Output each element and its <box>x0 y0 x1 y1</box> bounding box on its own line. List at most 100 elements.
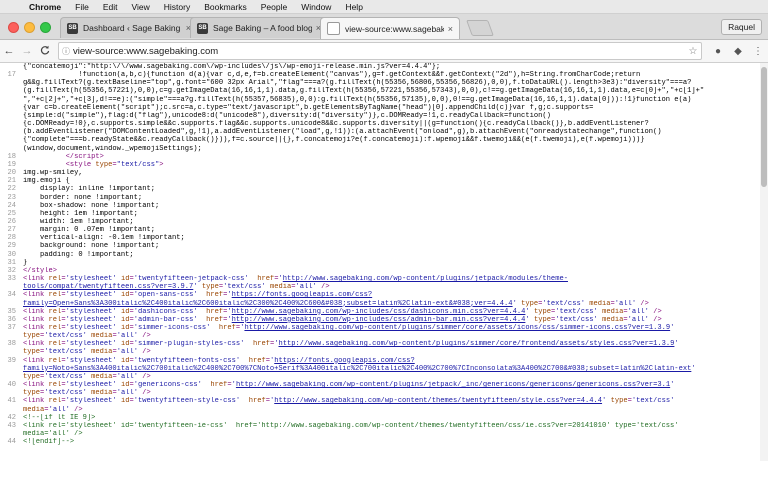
url-text[interactable]: view-source:www.sagebaking.com <box>73 46 685 57</box>
source-code: margin: 0 .07em !important; <box>23 226 155 235</box>
source-link[interactable]: http://www.sagebaking.com/wp-includes/cs… <box>232 308 526 316</box>
line-number: 21 <box>7 177 16 186</box>
line-number: 40 <box>7 381 16 390</box>
menu-edit[interactable]: Edit <box>96 2 125 12</box>
source-link[interactable]: http://www.sagebaking.com/wp-content/the… <box>274 397 602 405</box>
source-line: 34 <link rel='stylesheet' id='open-sans-c… <box>0 291 768 299</box>
line-number: 32 <box>7 266 16 275</box>
profile-button[interactable]: Raquel <box>721 19 762 35</box>
zoom-window-button[interactable] <box>40 22 51 33</box>
source-code: ","+c[2]+","+c[3],d!==e):("simple"===a?g… <box>23 95 692 104</box>
tab-sage-baking[interactable]: SB Sage Baking – A food blog with × <box>190 17 328 38</box>
menu-view[interactable]: View <box>124 2 156 12</box>
page-favicon-icon <box>327 22 340 35</box>
source-line: {c.DOMReady=!0},c.supports.simple&&c.sup… <box>0 120 768 128</box>
line-number <box>0 87 23 95</box>
source-line: media='all' /> <box>0 406 768 414</box>
tab-dashboard[interactable]: SB Dashboard ‹ Sage Baking — W × <box>60 17 198 38</box>
menu-people[interactable]: People <box>254 2 294 12</box>
line-number: 35 <box>7 307 16 316</box>
line-number: 22 <box>7 185 16 194</box>
source-link[interactable]: http://www.sagebaking.com/wp-content/plu… <box>279 340 675 348</box>
close-tab-icon[interactable]: × <box>448 24 453 34</box>
source-line: 36 <link rel='stylesheet' id='admin-bar-c… <box>0 316 768 324</box>
source-code: <!--[if lt IE 9]> <box>23 413 96 422</box>
forward-arrow-icon[interactable]: → <box>18 45 36 57</box>
chrome-menu-icon[interactable]: ⋮ <box>748 46 768 57</box>
line-number <box>0 332 23 340</box>
menu-file[interactable]: File <box>68 2 96 12</box>
source-code: width: 1em !important; <box>23 217 134 226</box>
source-line: 33 <link rel='stylesheet' id='twentyfifte… <box>0 275 768 283</box>
sage-baking-favicon-icon: SB <box>197 22 208 34</box>
source-line: type='text/css' media='all' /> <box>0 389 768 397</box>
source-code: g&&g.fillText?(g.textBaseline="top",g.fo… <box>23 79 692 88</box>
menu-chrome[interactable]: Chrome <box>22 2 68 12</box>
source-code: </script> <box>65 152 104 161</box>
source-link[interactable]: family=Open+Sans%3A300italic%2C400italic… <box>23 300 513 308</box>
source-code: (g.fillText(h(55356,57221),0,0),c=g.getI… <box>23 87 705 96</box>
source-line: 17 !function(a,b,c){function d(a){var c,… <box>0 71 768 79</box>
source-link[interactable]: https://fonts.googleapis.com/css? <box>232 291 372 299</box>
tab-label: view-source:www.sagebaking. <box>345 23 444 34</box>
line-number <box>0 283 23 291</box>
source-view[interactable]: {"concatemoji":"http:\/\/www.sagebaking.… <box>0 63 768 461</box>
source-code: (window,document,window._wpemojiSettings… <box>23 144 202 153</box>
source-code: tools/compat/twentyfifteen.css?ver=3.9.7… <box>23 283 330 292</box>
minimize-window-button[interactable] <box>24 22 35 33</box>
menu-help[interactable]: Help <box>338 2 369 12</box>
source-line: ","+c[2]+","+c[3],d!==e):("simple"===a?g… <box>0 96 768 104</box>
scrollbar-thumb[interactable] <box>761 67 767 187</box>
source-link[interactable]: http://www.sagebaking.com/wp-content/plu… <box>283 275 568 283</box>
line-number: 41 <box>7 397 16 406</box>
line-number: 31 <box>7 258 16 267</box>
menu-bookmarks[interactable]: Bookmarks <box>197 2 254 12</box>
source-code: type='text/css' media='all' /> <box>23 348 151 357</box>
source-link[interactable]: https://fonts.googleapis.com/css? <box>274 357 414 365</box>
source-code: <link rel='stylesheet' id='simmer-plugin… <box>23 340 679 349</box>
source-lines: {"concatemoji":"http:\/\/www.sagebaking.… <box>0 63 768 446</box>
tab-label: Sage Baking – A food blog with <box>213 23 312 33</box>
source-link[interactable]: family=Noto+Sans%3A400italic%2C700italic… <box>23 365 691 373</box>
page-info-icon[interactable]: ⓘ <box>59 46 73 57</box>
reload-icon[interactable] <box>36 45 54 58</box>
source-link[interactable]: http://www.sagebaking.com/wp-content/plu… <box>236 381 670 389</box>
source-link[interactable]: http://www.sagebaking.com/wp-content/plu… <box>244 324 670 332</box>
line-number: 24 <box>7 201 16 210</box>
source-line: 24 box-shadow: none !important; <box>0 202 768 210</box>
source-line: type='text/css' media='all' /> <box>0 332 768 340</box>
extension-icon[interactable]: ● <box>708 46 728 57</box>
bookmark-star-icon[interactable]: ☆ <box>685 46 701 57</box>
menu-window[interactable]: Window <box>294 2 338 12</box>
source-code: {var c=b.createElement("script");c.src=a… <box>23 103 594 112</box>
source-code: <![endif]--> <box>23 438 75 447</box>
source-code: family=Noto+Sans%3A400italic%2C700italic… <box>23 364 696 373</box>
source-line: type='text/css' media='all' /> <box>0 348 768 356</box>
source-code: background: none !important; <box>23 242 160 251</box>
scrollbar[interactable] <box>760 63 768 461</box>
line-number <box>0 104 23 112</box>
source-line: 21 img.emoji { <box>0 177 768 185</box>
source-code: <link rel='stylesheet' id='twentyfifteen… <box>23 397 675 406</box>
tab-strip: SB Dashboard ‹ Sage Baking — W × SB Sage… <box>0 14 768 40</box>
tab-view-source[interactable]: view-source:www.sagebaking. × <box>320 17 460 39</box>
source-line: g&&g.fillText?(g.textBaseline="top",g.fo… <box>0 79 768 87</box>
address-bar[interactable]: ⓘ view-source:www.sagebaking.com ☆ <box>58 42 702 60</box>
back-arrow-icon[interactable]: ← <box>0 45 18 57</box>
source-line: 23 border: none !important; <box>0 194 768 202</box>
source-line: 41 <link rel='stylesheet' id='twentyfifte… <box>0 397 768 405</box>
close-window-button[interactable] <box>8 22 19 33</box>
menu-history[interactable]: History <box>157 2 197 12</box>
source-line: 18 </script> <box>0 153 768 161</box>
source-line: (g.fillText(h(55356,57221),0,0),c=g.getI… <box>0 87 768 95</box>
source-link[interactable]: tools/compat/twentyfifteen.css?ver=3.9.7 <box>23 283 193 291</box>
layers-extension-icon[interactable]: ◆ <box>728 46 748 57</box>
source-link[interactable]: http://www.sagebaking.com/wp-includes/cs… <box>232 316 526 324</box>
line-number <box>0 145 23 153</box>
line-number <box>0 112 23 120</box>
line-number: 28 <box>7 234 16 243</box>
source-code: display: inline !important; <box>23 185 155 194</box>
source-code: type='text/css' media='all' /> <box>23 389 151 398</box>
new-tab-button[interactable] <box>466 20 494 36</box>
source-line: (window,document,window._wpemojiSettings… <box>0 145 768 153</box>
